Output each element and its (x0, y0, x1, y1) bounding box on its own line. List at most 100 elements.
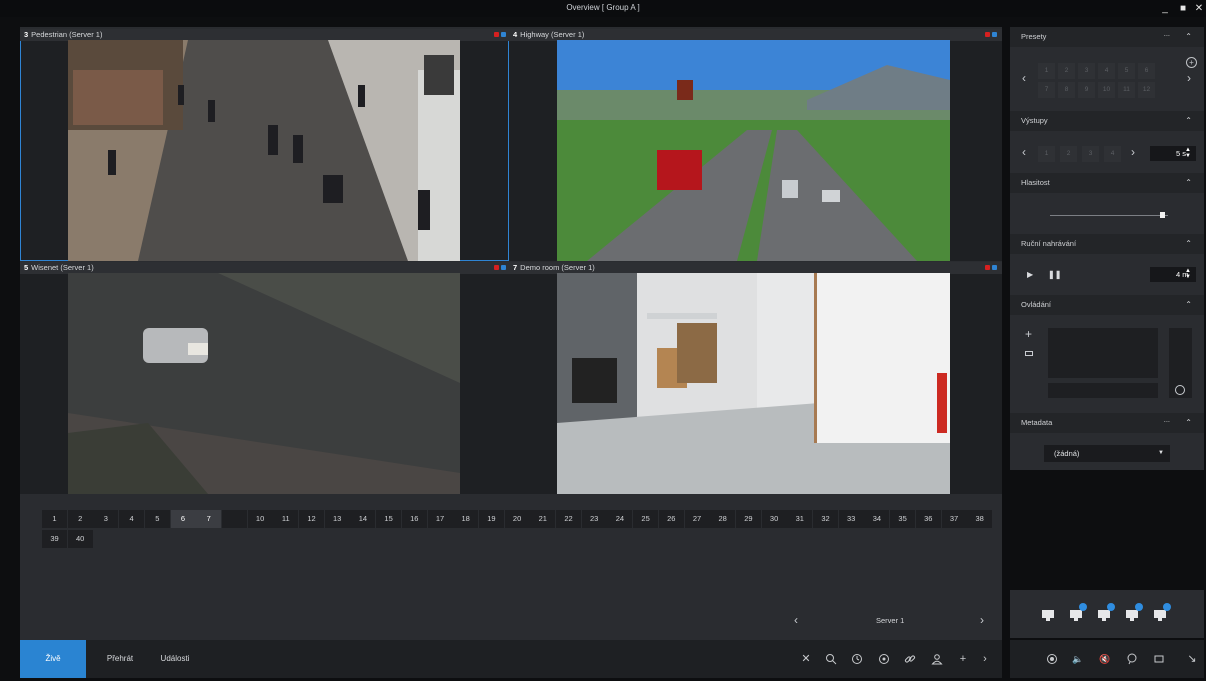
collapse-icon[interactable]: ⌃ (1185, 295, 1192, 315)
layout-number-button[interactable] (221, 510, 247, 528)
layout-number-button[interactable]: 34 (864, 510, 890, 528)
layout-number-button[interactable]: 28 (710, 510, 736, 528)
layout-number-button[interactable]: 39 (42, 530, 67, 548)
preset-button[interactable]: 9 (1078, 82, 1095, 98)
prev-server-button[interactable]: ‹ (794, 613, 798, 627)
outputs-next-button[interactable]: › (1131, 145, 1135, 159)
camera-view[interactable] (557, 273, 950, 494)
chat-icon[interactable] (1126, 653, 1138, 665)
search-icon[interactable] (825, 653, 837, 665)
layout-number-button[interactable]: 17 (427, 510, 453, 528)
layout-number-button[interactable]: 16 (401, 510, 427, 528)
camera-tile-wisenet[interactable]: 5 Wisenet (Server 1) (20, 262, 509, 494)
next-server-button[interactable]: › (980, 613, 984, 627)
layout-number-button[interactable]: 35 (890, 510, 916, 528)
link-icon[interactable] (904, 653, 916, 665)
section-volume-header[interactable]: Hlasitost ⌃ (1010, 173, 1204, 193)
outputs-prev-button[interactable]: ‹ (1022, 145, 1026, 159)
layout-number-button[interactable]: 24 (607, 510, 633, 528)
more-button[interactable]: ... (1164, 410, 1170, 430)
layout-number-button[interactable]: 4 (119, 510, 145, 528)
collapse-icon[interactable]: ⌃ (1185, 27, 1192, 47)
record-icon[interactable] (1046, 653, 1058, 665)
layout-number-button[interactable]: 22 (556, 510, 581, 528)
presets-next-button[interactable]: › (1187, 71, 1191, 85)
collapse-icon[interactable]: ⌃ (1185, 234, 1192, 254)
layout-number-button[interactable]: 30 (761, 510, 787, 528)
preset-button[interactable]: 12 (1138, 82, 1155, 98)
minimize-button[interactable]: _ (1158, 2, 1172, 15)
layout-number-button[interactable]: 21 (530, 510, 556, 528)
section-metadata-header[interactable]: Metadata ... ⌃ (1010, 413, 1204, 433)
camera-tile-pedestrian[interactable]: 3 Pedestrian (Server 1) (20, 29, 509, 261)
plus-icon[interactable]: + (957, 653, 969, 665)
layout-number-button[interactable]: 15 (376, 510, 402, 528)
play-icon[interactable]: ▶ (1027, 270, 1033, 279)
preset-button[interactable]: 8 (1058, 82, 1075, 98)
layout-number-button[interactable]: 32 (813, 510, 838, 528)
layout-number-button[interactable]: 37 (941, 510, 967, 528)
output-button[interactable]: 3 (1082, 146, 1099, 162)
close-icon[interactable]: ✕ (800, 653, 812, 665)
window-icon[interactable] (1153, 653, 1165, 665)
speaker-icon[interactable]: 🔈 (1072, 653, 1084, 665)
resize-icon[interactable]: ↘ (1186, 653, 1198, 665)
layout-number-button[interactable]: 40 (67, 530, 93, 548)
pause-icon[interactable]: ❚❚ (1048, 270, 1061, 279)
layout-number-button[interactable]: 10 (247, 510, 273, 528)
layout-number-button[interactable]: 18 (453, 510, 479, 528)
preset-button[interactable]: 4 (1098, 63, 1115, 79)
section-outputs-header[interactable]: Výstupy ⌃ (1010, 111, 1204, 131)
ptz-pad[interactable] (1048, 328, 1158, 378)
metadata-select[interactable]: (žádná) ▼ (1044, 445, 1170, 462)
layout-number-button[interactable]: 7 (196, 510, 222, 528)
more-button[interactable]: ... (1164, 24, 1170, 44)
layout-number-button[interactable]: 31 (787, 510, 813, 528)
layout-number-button[interactable]: 20 (504, 510, 530, 528)
camera-tile-demo-room[interactable]: 7 Demo room (Server 1) (509, 262, 1002, 494)
zoom-rect-icon[interactable] (1025, 351, 1033, 356)
monitor-icons[interactable] (1010, 590, 1204, 638)
preset-button[interactable]: 5 (1118, 63, 1135, 79)
tab-playback[interactable]: Přehrát (96, 640, 144, 678)
preset-button[interactable]: 6 (1138, 63, 1155, 79)
layout-number-button[interactable]: 25 (633, 510, 659, 528)
user-icon[interactable] (931, 653, 943, 665)
camera-view[interactable] (68, 273, 460, 494)
layout-number-button[interactable]: 13 (324, 510, 350, 528)
layout-number-button[interactable]: 6 (170, 510, 196, 528)
output-button[interactable]: 4 (1104, 146, 1121, 162)
section-presets-header[interactable]: Presety ... ⌃ (1010, 27, 1204, 47)
layout-number-button[interactable]: 2 (67, 510, 93, 528)
layout-number-button[interactable]: 36 (915, 510, 941, 528)
layout-number-button[interactable]: 1 (42, 510, 67, 528)
layout-number-button[interactable]: 14 (350, 510, 376, 528)
layout-number-button[interactable]: 11 (273, 510, 299, 528)
tab-live[interactable]: Živě (20, 640, 86, 678)
layout-number-button[interactable]: 26 (658, 510, 684, 528)
layout-number-button[interactable]: 38 (967, 510, 993, 528)
layout-number-button[interactable]: 5 (144, 510, 170, 528)
focus-bar[interactable] (1048, 383, 1158, 398)
collapse-icon[interactable]: ⌃ (1185, 413, 1192, 433)
output-button[interactable]: 2 (1060, 146, 1077, 162)
layout-number-button[interactable]: 19 (478, 510, 504, 528)
target-icon[interactable] (878, 653, 890, 665)
output-button[interactable]: 1 (1038, 146, 1055, 162)
volume-slider-track[interactable] (1050, 215, 1168, 216)
layout-number-button[interactable]: 3 (93, 510, 119, 528)
zoom-plus-icon[interactable]: + (1025, 327, 1032, 341)
layout-number-button[interactable]: 23 (581, 510, 607, 528)
preset-button[interactable]: 7 (1038, 82, 1055, 98)
close-button[interactable]: ✕ (1192, 2, 1206, 15)
section-manual-recording-header[interactable]: Ruční nahrávání ⌃ (1010, 234, 1204, 254)
section-control-header[interactable]: Ovládání ⌃ (1010, 295, 1204, 315)
maximize-button[interactable]: ■ (1176, 2, 1190, 15)
center-target-icon[interactable] (1175, 385, 1185, 395)
clock-icon[interactable] (851, 653, 863, 665)
layout-number-button[interactable]: 29 (735, 510, 761, 528)
presets-prev-button[interactable]: ‹ (1022, 71, 1026, 85)
preset-button[interactable]: 2 (1058, 63, 1075, 79)
output-interval-spinner[interactable]: 5 s ▲ ▼ (1150, 146, 1196, 161)
collapse-icon[interactable]: ⌃ (1185, 111, 1192, 131)
